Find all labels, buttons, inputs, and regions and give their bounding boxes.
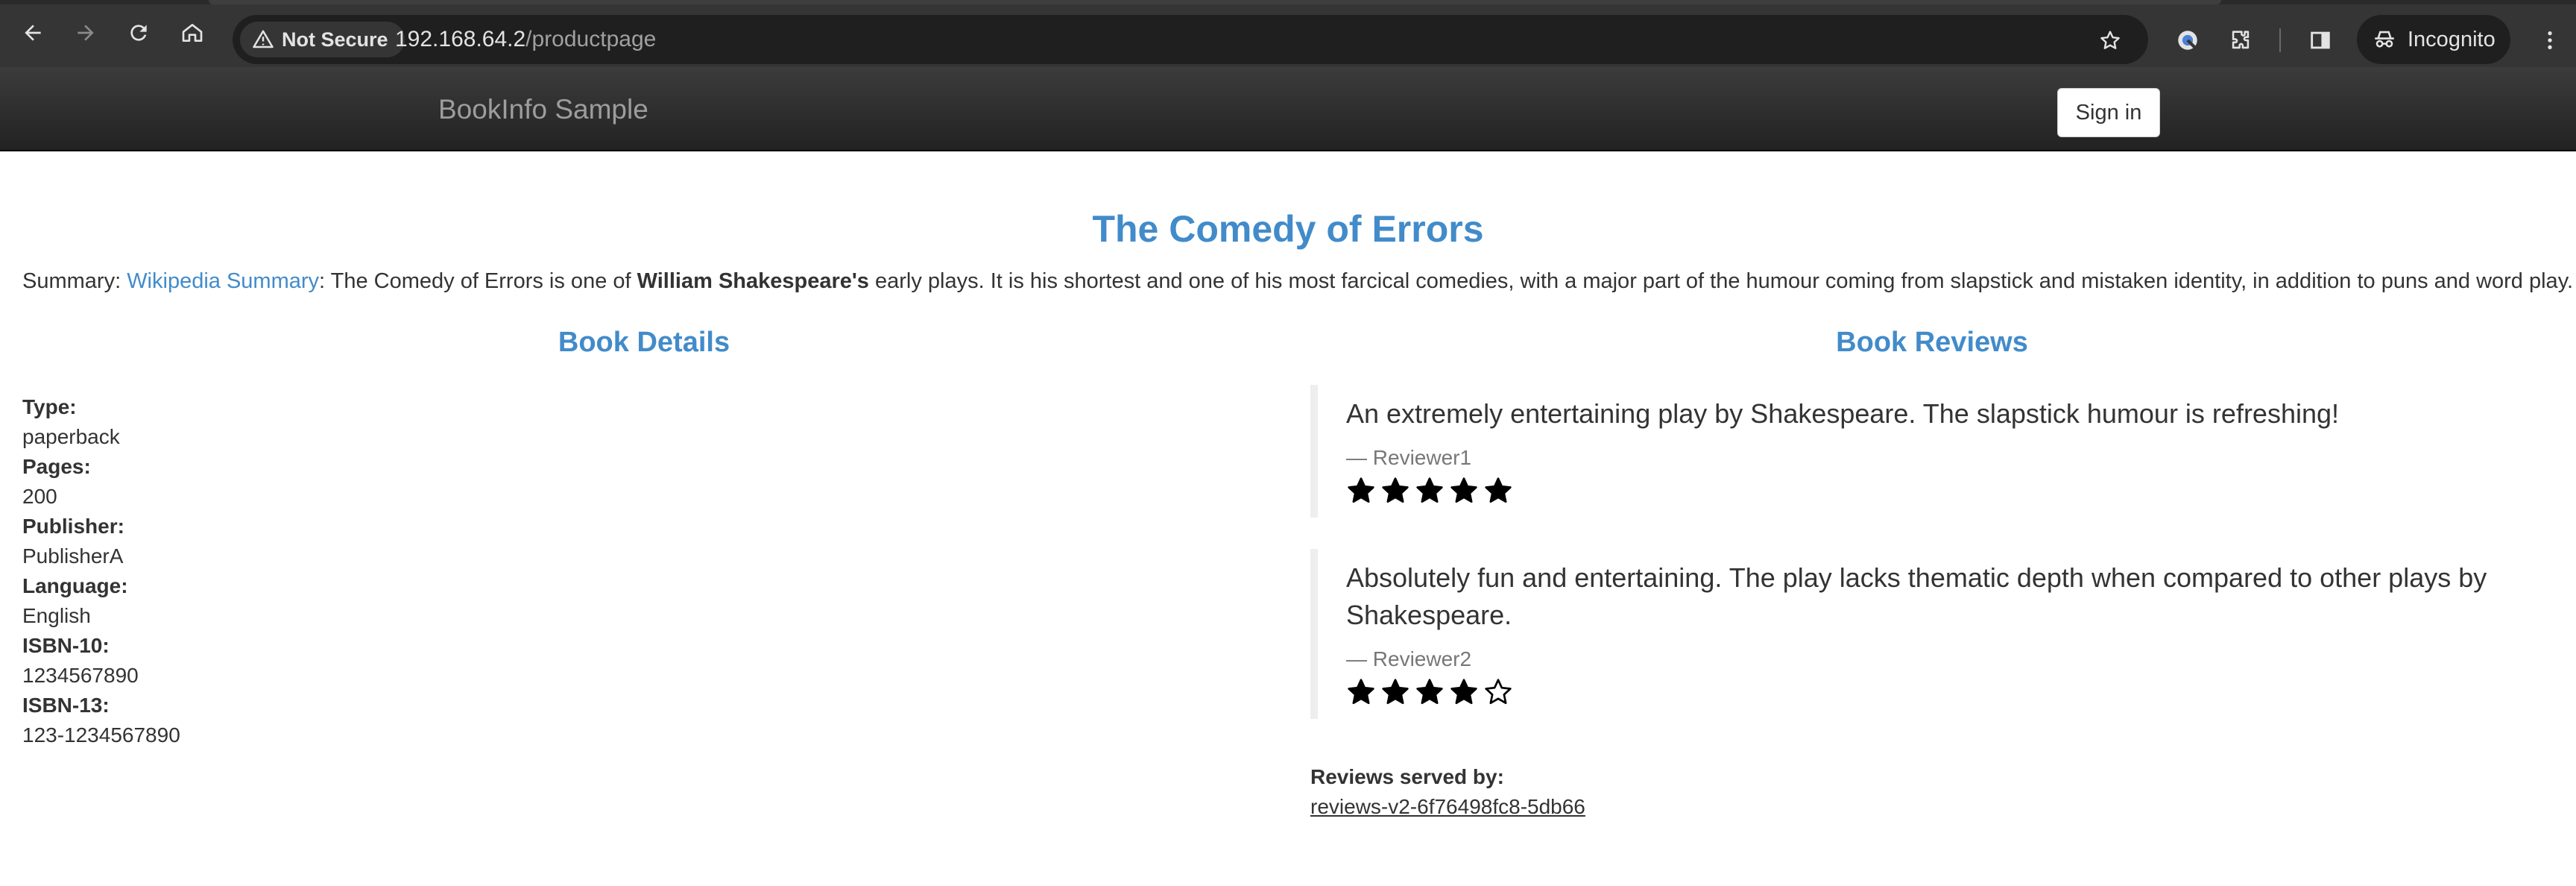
book-reviews-column: Book Reviews An extremely entertaining p…	[1310, 322, 2554, 822]
incognito-icon	[2375, 31, 2394, 48]
kebab-menu-icon	[2548, 31, 2552, 49]
star-filled-icon	[1485, 477, 1512, 503]
summary-text-part1: : The Comedy of Errors is one of	[319, 269, 637, 293]
forward-button[interactable]	[69, 16, 102, 49]
side-panel-button[interactable]	[2303, 23, 2337, 57]
tab-strip	[0, 0, 2576, 4]
back-button[interactable]	[16, 16, 49, 49]
star-rating	[1346, 474, 2554, 507]
sign-in-button[interactable]: Sign in	[2057, 88, 2160, 137]
bookmark-button[interactable]	[2093, 23, 2127, 57]
detail-value-type: paperback	[22, 425, 120, 448]
detail-label-publisher: Publisher:	[22, 515, 124, 538]
extensions-button[interactable]	[2223, 23, 2258, 57]
star-filled-icon	[1416, 679, 1443, 704]
reload-icon	[130, 25, 147, 41]
summary-prefix: Summary:	[22, 269, 127, 293]
reload-button[interactable]	[122, 16, 155, 49]
star-filled-icon	[1348, 679, 1374, 704]
detail-value-isbn13: 123-1234567890	[22, 723, 180, 747]
detail-label-language: Language:	[22, 574, 128, 597]
password-manager-icon	[2178, 31, 2197, 50]
url-host: 192.168.64.2	[395, 27, 526, 51]
served-by-label: Reviews served by:	[1310, 765, 1504, 788]
home-button[interactable]	[176, 16, 209, 49]
side-panel-icon	[2311, 31, 2330, 49]
book-reviews-heading: Book Reviews	[1836, 327, 2028, 358]
review-text: Absolutely fun and entertaining. The pla…	[1346, 562, 2487, 630]
wikipedia-summary-link[interactable]: Wikipedia Summary	[127, 269, 319, 293]
star-empty-icon	[1485, 679, 1512, 704]
arrow-left-icon	[25, 25, 41, 41]
url-text[interactable]: 192.168.64.2/productpage	[395, 15, 656, 64]
puzzle-icon	[2232, 31, 2250, 49]
active-tab-edge[interactable]	[209, 0, 2221, 4]
review-item: Absolutely fun and entertaining. The pla…	[1310, 549, 2554, 719]
warning-icon	[253, 30, 274, 48]
detail-label-type: Type:	[22, 395, 77, 418]
detail-value-isbn10: 1234567890	[22, 664, 139, 687]
review-text: An extremely entertaining play by Shakes…	[1346, 398, 2340, 429]
arrow-right-icon	[78, 25, 94, 41]
security-label: Not Secure	[282, 28, 388, 51]
detail-label-isbn13: ISBN-13:	[22, 694, 110, 717]
served-by-pod: reviews-v2-6f76498fc8-5db66	[1310, 795, 1585, 818]
brand-link[interactable]: BookInfo Sample	[438, 67, 648, 151]
detail-value-publisher: PublisherA	[22, 544, 124, 568]
review-author: — Reviewer1	[1346, 446, 1472, 469]
browser-toolbar: Not Secure 192.168.64.2/productpage Inco…	[0, 0, 2576, 67]
summary-text-part2: early plays. It is his shortest and one …	[868, 269, 2574, 293]
review-item: An extremely entertaining play by Shakes…	[1310, 385, 2554, 518]
star-filled-icon	[1348, 477, 1374, 503]
incognito-label: Incognito	[2408, 27, 2496, 51]
toolbar-divider	[2279, 28, 2281, 52]
summary-author: William Shakespeare's	[637, 269, 869, 293]
book-details-list: Type: paperback Pages: 200 Publisher: Pu…	[22, 392, 1266, 750]
star-outline-icon	[2100, 31, 2120, 49]
page-title: The Comedy of Errors	[1092, 208, 1484, 250]
star-rating	[1346, 676, 2554, 709]
book-details-heading: Book Details	[558, 327, 730, 358]
star-filled-icon	[1450, 477, 1477, 503]
star-filled-icon	[1382, 679, 1409, 704]
detail-value-language: English	[22, 604, 91, 627]
detail-value-pages: 200	[22, 485, 57, 508]
site-navbar: BookInfo Sample Sign in	[0, 67, 2576, 151]
url-path: /productpage	[525, 27, 657, 51]
incognito-indicator[interactable]: Incognito	[2357, 15, 2510, 64]
home-icon	[182, 24, 203, 42]
review-author: — Reviewer2	[1346, 647, 1472, 670]
browser-menu-button[interactable]	[2533, 23, 2567, 57]
star-filled-icon	[1450, 679, 1477, 704]
star-filled-icon	[1416, 477, 1443, 503]
reviews-served-by: Reviews served by: reviews-v2-6f76498fc8…	[1310, 762, 2554, 822]
site-info-chip[interactable]: Not Secure	[240, 22, 405, 57]
address-bar[interactable]: Not Secure 192.168.64.2/productpage	[233, 15, 2148, 64]
detail-label-pages: Pages:	[22, 455, 91, 478]
star-filled-icon	[1382, 477, 1409, 503]
book-details-column: Book Details Type: paperback Pages: 200 …	[22, 322, 1266, 750]
extension-button[interactable]	[2171, 23, 2205, 57]
detail-label-isbn10: ISBN-10:	[22, 634, 110, 657]
product-summary: Summary: Wikipedia Summary: The Comedy o…	[22, 266, 2573, 297]
